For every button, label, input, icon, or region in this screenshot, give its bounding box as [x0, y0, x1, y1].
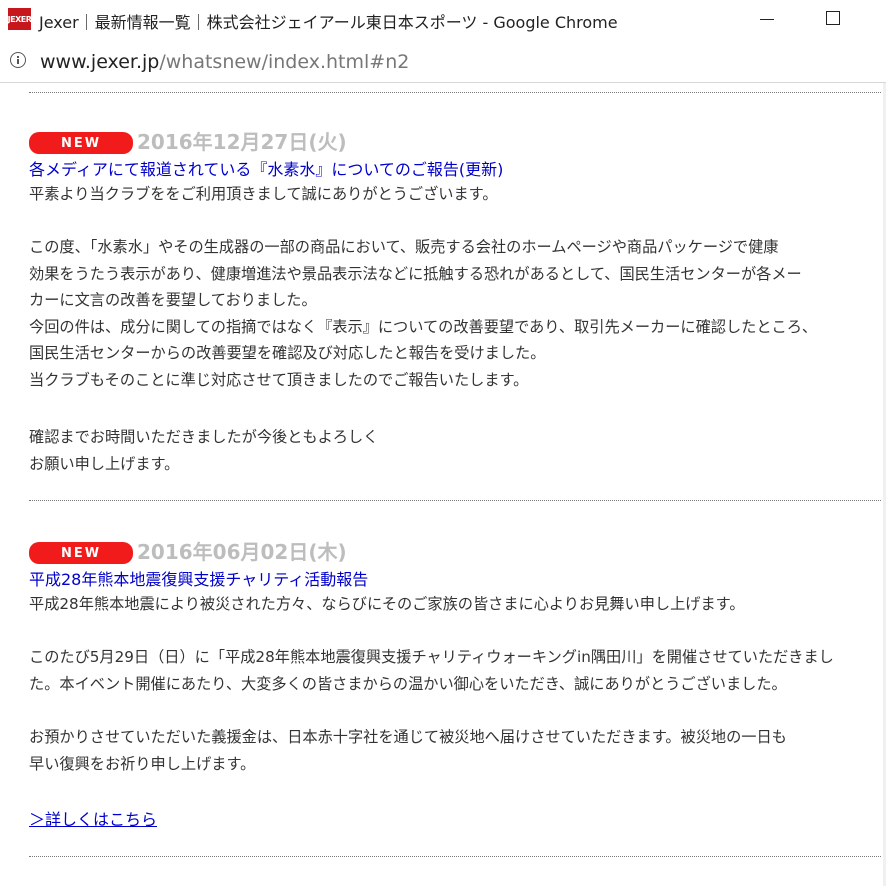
news-title-link[interactable]: 各メディアにて報道されている『水素水』についてのご報告(更新) — [29, 156, 503, 180]
news-item: NEW 2016年06月02日(木) 平成28年熊本地震復興支援チャリティ活動報… — [29, 540, 881, 862]
news-date: 2016年12月27日(火) — [137, 130, 347, 154]
read-more-link[interactable]: ＞詳しくはこちら — [29, 806, 157, 830]
url-field[interactable]: www.jexer.jp/whatsnew/index.html#n2 — [40, 51, 409, 73]
news-list: NEW 2016年12月27日(火) 各メディアにて報道されている『水素水』につ… — [0, 83, 886, 886]
divider — [29, 500, 881, 501]
news-paragraph: この度、「水素水」やその生成器の一部の商品において、販売する会社のホームページや… — [29, 238, 818, 389]
url-host: www.jexer.jp — [40, 51, 160, 73]
address-bar[interactable]: www.jexer.jp/whatsnew/index.html#n2 — [0, 40, 886, 83]
divider — [29, 856, 881, 857]
news-date: 2016年06月02日(木) — [137, 540, 347, 564]
divider — [29, 92, 881, 93]
news-title-link[interactable]: 平成28年熊本地震復興支援チャリティ活動報告 — [29, 566, 368, 590]
news-item: NEW 2016年12月27日(火) 各メディアにて報道されている『水素水』につ… — [29, 130, 881, 492]
news-paragraph: 平素より当クラブををご利用頂きまして誠にありがとうございます。 — [29, 185, 498, 203]
window-titlebar: JEXER Jexer｜最新情報一覧｜株式会社ジェイアール東日本スポーツ - G… — [0, 0, 886, 40]
news-paragraph: 平成28年熊本地震により被災された方々、ならびにそのご家族の皆さまに心よりお見舞… — [29, 595, 745, 613]
info-icon[interactable] — [10, 52, 26, 68]
news-paragraph: 確認までお時間いただきましたが今後ともよろしく お願い申し上げます。 — [29, 428, 379, 473]
url-path: /whatsnew/index.html#n2 — [159, 51, 410, 73]
new-badge: NEW — [29, 542, 133, 564]
window-title: Jexer｜最新情報一覧｜株式会社ジェイアール東日本スポーツ - Google … — [39, 13, 618, 32]
news-paragraph: このたび5月29日（日）に「平成28年熊本地震復興支援チャリティウォーキングin… — [29, 648, 834, 693]
new-badge: NEW — [29, 132, 133, 154]
jexer-app-icon: JEXER — [8, 8, 32, 30]
maximize-icon[interactable] — [818, 6, 848, 32]
minimize-icon[interactable] — [752, 6, 782, 32]
news-paragraph: お預かりさせていただいた義援金は、日本赤十字社を通じて被災地へ届けさせていただき… — [29, 728, 787, 773]
